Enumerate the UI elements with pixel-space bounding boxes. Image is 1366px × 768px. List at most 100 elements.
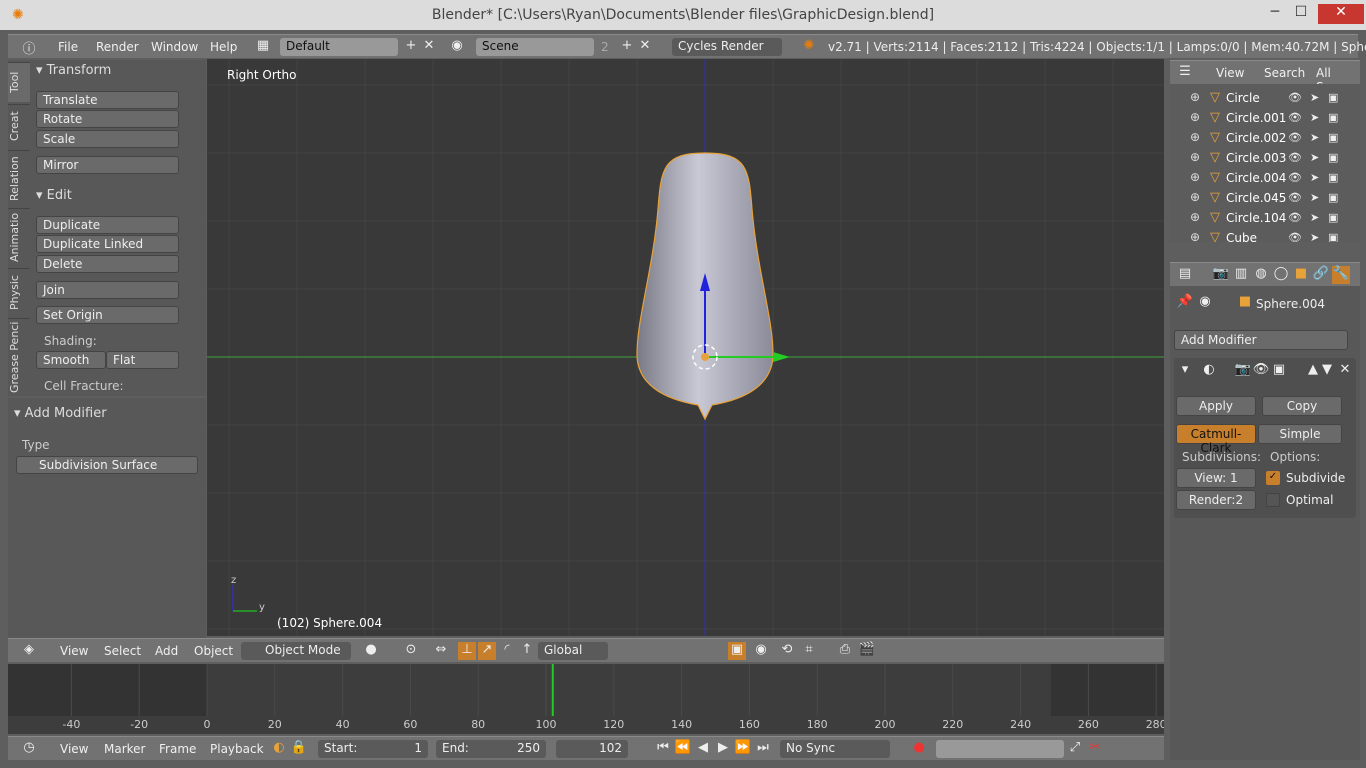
- subdivide-checkbox[interactable]: ✓: [1266, 471, 1280, 485]
- pin-icon[interactable]: 📌: [1176, 294, 1194, 312]
- render-visibility-icon[interactable]: ▣: [1328, 211, 1338, 224]
- outliner-menu-view[interactable]: View: [1216, 66, 1244, 80]
- expand-icon[interactable]: ⊕: [1190, 230, 1200, 242]
- outliner-row[interactable]: ⊕ ▽ Circle.001 👁 ➤ ▣: [1170, 108, 1360, 128]
- mirror-button[interactable]: Mirror: [36, 156, 179, 174]
- expand-icon[interactable]: ⊕: [1190, 190, 1200, 204]
- copy-button[interactable]: Copy: [1262, 396, 1342, 416]
- scale-button[interactable]: Scale: [36, 130, 179, 148]
- select-icon[interactable]: ➤: [1310, 111, 1319, 124]
- proportional-edit-icon[interactable]: ◉: [752, 642, 770, 660]
- menu-frame[interactable]: Frame: [159, 742, 196, 756]
- sync-select[interactable]: No Sync: [780, 740, 890, 758]
- tab-create[interactable]: Creat: [8, 104, 30, 148]
- smooth-button[interactable]: Smooth: [36, 351, 106, 369]
- visibility-icon[interactable]: 👁: [1288, 211, 1302, 224]
- tab-physics[interactable]: Physic: [8, 268, 30, 316]
- world-tab-icon[interactable]: ◯: [1272, 266, 1290, 284]
- rotate-button[interactable]: Rotate: [36, 110, 179, 128]
- render-visibility-icon[interactable]: ▣: [1328, 191, 1338, 204]
- keying-icon[interactable]: ◐: [270, 740, 288, 758]
- layers-tab-icon[interactable]: ▥: [1232, 266, 1250, 284]
- edit-panel-header[interactable]: ▾ Edit: [36, 188, 72, 203]
- visibility-icon[interactable]: 👁: [1288, 91, 1302, 104]
- expand-icon[interactable]: ⊕: [1190, 90, 1200, 104]
- expand-icon[interactable]: ⊕: [1190, 150, 1200, 164]
- tab-grease-pencil[interactable]: Grease Penci: [8, 318, 30, 396]
- select-icon[interactable]: ➤: [1310, 91, 1319, 104]
- apply-button[interactable]: Apply: [1176, 396, 1256, 416]
- render-levels-field[interactable]: Render:2: [1176, 490, 1256, 510]
- visibility-icon[interactable]: 👁: [1288, 231, 1302, 242]
- remove-modifier-icon[interactable]: ✕: [1336, 362, 1354, 380]
- play-icon[interactable]: ▶: [714, 740, 732, 758]
- visibility-icon[interactable]: 👁: [1288, 171, 1302, 184]
- render-visibility-icon[interactable]: ▣: [1328, 91, 1338, 104]
- select-icon[interactable]: ➤: [1310, 191, 1319, 204]
- snap-target-icon[interactable]: ⌗: [800, 642, 818, 660]
- outliner-row[interactable]: ⊕ ▽ Cube 👁 ➤ ▣: [1170, 228, 1360, 242]
- remove-scene-icon[interactable]: ✕: [636, 38, 654, 56]
- timeline[interactable]: -40 -20 0 20 40 60 80 100 120 140 160 180 200 220 240 2…: [8, 664, 1167, 734]
- snap-icon[interactable]: ↑: [518, 642, 536, 660]
- scene-tab-icon[interactable]: ◍: [1252, 266, 1270, 284]
- select-icon[interactable]: ➤: [1310, 211, 1319, 224]
- collapse-icon[interactable]: ▾: [1176, 362, 1194, 380]
- duplicate-button[interactable]: Duplicate: [36, 216, 179, 234]
- menu-help[interactable]: Help: [210, 40, 237, 54]
- info-editor-icon[interactable]: ⓘ: [20, 38, 38, 57]
- render-visibility-icon[interactable]: ▣: [1328, 231, 1338, 242]
- move-down-icon[interactable]: ▼: [1318, 362, 1336, 380]
- orientation-select[interactable]: Global: [538, 642, 608, 660]
- object-tab-icon[interactable]: ■: [1292, 266, 1310, 284]
- tab-relation[interactable]: Relation: [8, 150, 30, 206]
- jump-end-icon[interactable]: ⏭: [754, 740, 772, 758]
- translate-button[interactable]: Translate: [36, 91, 179, 109]
- join-button[interactable]: Join: [36, 281, 179, 299]
- simple-button[interactable]: Simple: [1258, 424, 1342, 444]
- add-modifier-select[interactable]: Add Modifier: [1174, 330, 1348, 350]
- select-icon[interactable]: ➤: [1310, 231, 1319, 242]
- transform-panel-header[interactable]: ▾ Transform: [36, 63, 111, 78]
- current-frame-field[interactable]: 102: [556, 740, 628, 758]
- render-toggle-icon[interactable]: 📷: [1234, 362, 1252, 380]
- outliner-row[interactable]: ⊕ ▽ Circle 👁 ➤ ▣: [1170, 88, 1360, 108]
- visibility-icon[interactable]: 👁: [1288, 131, 1302, 144]
- select-icon[interactable]: ➤: [1310, 131, 1319, 144]
- catmull-clark-button[interactable]: Catmull-Clark: [1176, 424, 1256, 455]
- render-anim-icon[interactable]: 🎬: [858, 642, 876, 660]
- outliner-editor-icon[interactable]: ☰: [1176, 64, 1194, 82]
- select-icon[interactable]: ➤: [1310, 151, 1319, 164]
- lock-icon[interactable]: 🔒: [290, 740, 308, 758]
- snap-element-icon[interactable]: ⟲: [778, 642, 796, 660]
- expand-icon[interactable]: ⊕: [1190, 210, 1200, 224]
- record-icon[interactable]: ●: [910, 740, 928, 758]
- render-preview-icon[interactable]: ⎙: [836, 642, 854, 660]
- viewport-shading-icon[interactable]: ●: [362, 642, 380, 660]
- timeline-editor-icon[interactable]: ◷: [20, 740, 38, 758]
- add-scene-icon[interactable]: +: [618, 38, 636, 56]
- rotate-manipulator-icon[interactable]: ↗: [478, 642, 496, 660]
- modifier-tab-icon[interactable]: 🔧: [1332, 266, 1350, 284]
- menu-window[interactable]: Window: [151, 40, 198, 54]
- outliner-menu-search[interactable]: Search: [1264, 66, 1305, 80]
- constraints-tab-icon[interactable]: 🔗: [1312, 266, 1330, 284]
- render-visibility-icon[interactable]: ▣: [1328, 171, 1338, 184]
- expand-icon[interactable]: ⊕: [1190, 110, 1200, 124]
- menu-view-timeline[interactable]: View: [60, 742, 88, 756]
- prev-keyframe-icon[interactable]: ⏪: [674, 740, 692, 758]
- maximize-button[interactable]: ☐: [1284, 4, 1318, 24]
- 3d-viewport[interactable]: z y Right Ortho (102) Sphere.004: [207, 59, 1164, 636]
- jump-start-icon[interactable]: ⏮: [654, 740, 672, 758]
- pivot-icon[interactable]: ⊙: [402, 642, 420, 660]
- start-frame-field[interactable]: Start: 1: [318, 740, 428, 758]
- keying-set-field[interactable]: [936, 740, 1064, 758]
- menu-object[interactable]: Object: [194, 644, 233, 658]
- outliner-row[interactable]: ⊕ ▽ Circle.003 👁 ➤ ▣: [1170, 148, 1360, 168]
- scale-manipulator-icon[interactable]: ◜: [498, 642, 516, 660]
- flat-button[interactable]: Flat: [106, 351, 179, 369]
- modifier-type-select[interactable]: Subdivision Surface: [16, 456, 198, 474]
- select-icon[interactable]: ➤: [1310, 171, 1319, 184]
- set-origin-select[interactable]: Set Origin: [36, 306, 179, 324]
- translate-manipulator-icon[interactable]: ⊥: [458, 642, 476, 660]
